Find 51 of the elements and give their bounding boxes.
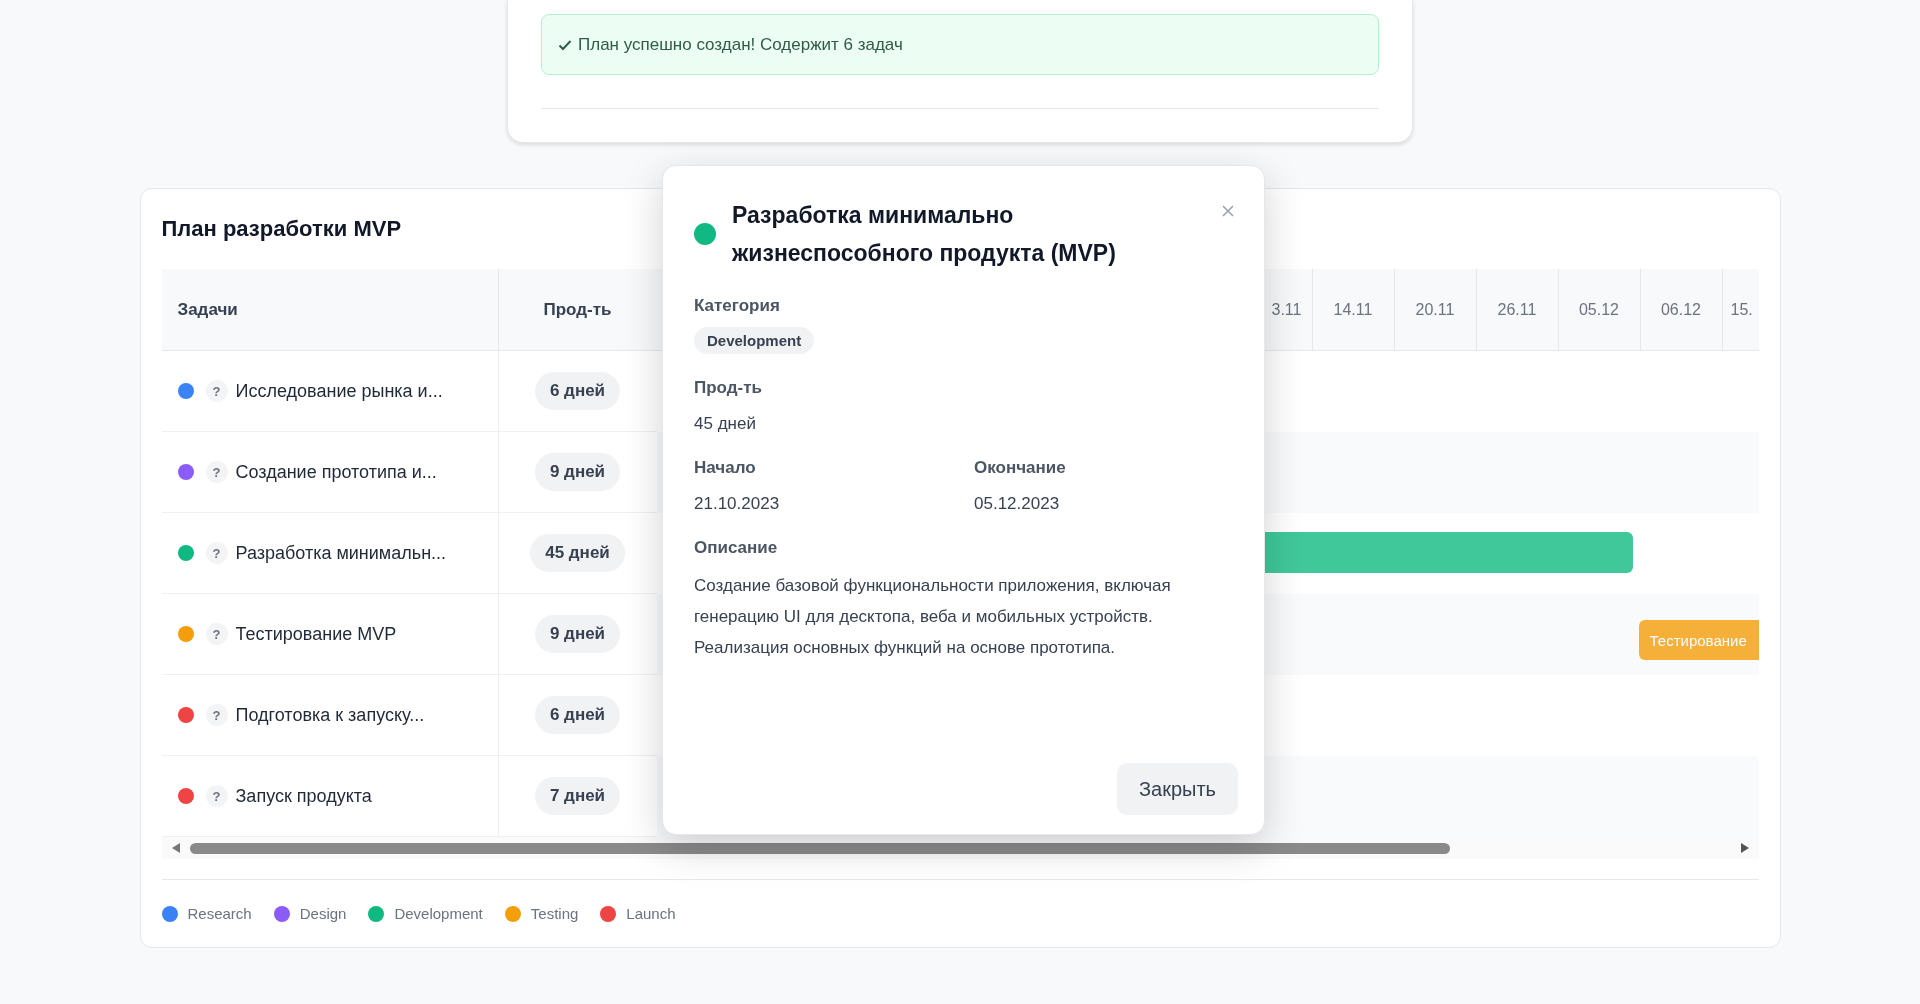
legend-label: Testing	[530, 905, 579, 922]
column-header: Задачи	[161, 269, 499, 351]
field-label: Окончание	[974, 458, 1067, 478]
field-label: Категория	[694, 296, 781, 316]
help-badge[interactable]: ?	[205, 623, 228, 645]
date-header: 06.12	[1639, 269, 1722, 350]
date-header: 15.	[1721, 269, 1759, 350]
help-badge[interactable]: ?	[205, 542, 228, 564]
task-name[interactable]: Тестирование MVP	[235, 623, 397, 645]
category-tag: Development	[694, 327, 815, 354]
duration-badge: 45 дней	[530, 534, 625, 572]
date-header: 14.11	[1311, 269, 1394, 350]
duration-badge: 9 дней	[534, 615, 621, 653]
duration-badge: 6 дней	[534, 696, 621, 734]
field-value: 21.10.2023	[694, 494, 781, 514]
field-value: 05.12.2023	[974, 494, 1061, 514]
task-name[interactable]: Разработка минимальн...	[235, 542, 447, 564]
scroll-left-icon[interactable]	[171, 843, 180, 853]
task-name[interactable]: Исследование рынка и...	[235, 380, 443, 402]
duration-badge: 7 дней	[534, 777, 621, 815]
field-label: Прод-ть	[694, 378, 763, 398]
duration-badge: 9 дней	[534, 453, 621, 491]
field-value: 45 дней	[694, 414, 757, 434]
legend-label: Design	[299, 905, 347, 922]
close-icon[interactable]	[1221, 204, 1235, 218]
dialog-title: Разработка минимально жизнеспособного продукта (MVP)	[732, 201, 1117, 268]
legend-label: Development	[394, 905, 483, 922]
help-badge[interactable]: ?	[205, 380, 228, 402]
column-header: Прод-ть	[498, 269, 657, 351]
scroll-thumb[interactable]	[189, 842, 1450, 854]
horizontal-scrollbar[interactable]	[161, 837, 1759, 859]
legend-label: Research	[187, 905, 252, 922]
task-name[interactable]: Создание прототипа и...	[235, 461, 437, 483]
field-label: Описание	[694, 538, 779, 558]
help-badge[interactable]: ?	[205, 785, 228, 807]
date-header: 20.11	[1393, 269, 1476, 350]
task-name[interactable]: Подготовка к запуску...	[235, 704, 425, 726]
field-label: Начало	[694, 458, 757, 478]
date-header: 05.12	[1557, 269, 1640, 350]
close-button[interactable]: Закрыть	[1116, 763, 1238, 815]
date-header: 3.11	[1270, 299, 1303, 320]
task-description: Создание базовой функциональности приложения, включая генерацию UI для десктопа, веба и мобильных устройств. Реализация основных функций на основе прототипа.	[694, 575, 1172, 659]
success-message: План успешно создан! Содержит 6 задач	[578, 34, 903, 55]
duration-badge: 6 дней	[534, 372, 621, 410]
date-header: 26.11	[1475, 269, 1558, 350]
legend-label: Launch	[626, 905, 676, 922]
help-badge[interactable]: ?	[205, 704, 228, 726]
plan-title: План разработки MVP	[161, 216, 402, 242]
scroll-right-icon[interactable]	[1740, 843, 1749, 853]
task-name[interactable]: Запуск продукта	[235, 785, 372, 807]
help-badge[interactable]: ?	[205, 461, 228, 483]
